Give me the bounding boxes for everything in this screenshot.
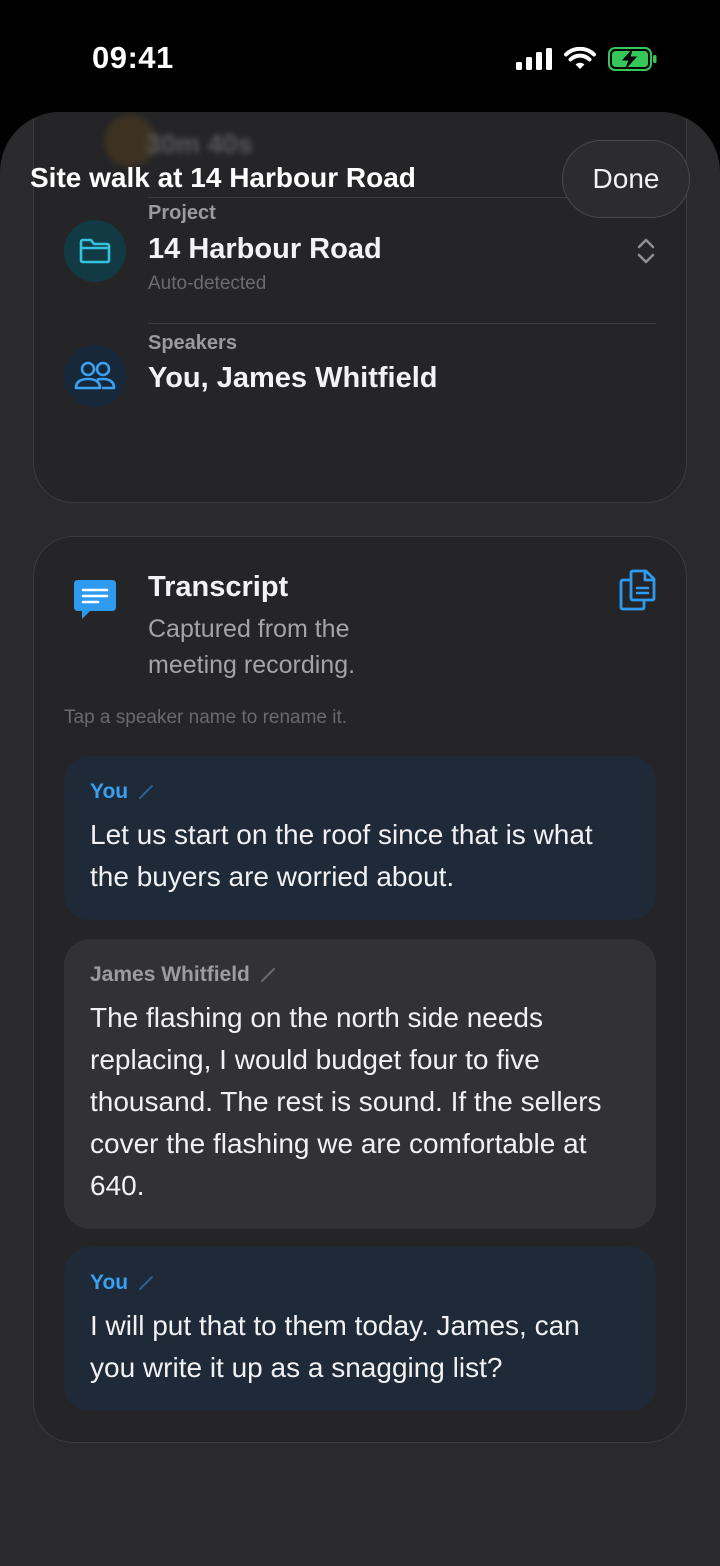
status-bar: 09:41 <box>0 0 720 110</box>
speaker-name: You <box>90 1271 129 1294</box>
wifi-icon <box>564 47 596 69</box>
chat-bubble-icon <box>74 580 116 619</box>
transcript-entry: You Let us start on the roof since that … <box>64 756 656 920</box>
chevron-up-down-icon[interactable] <box>636 237 656 265</box>
transcript-entry: James Whitfield The flashing on the nort… <box>64 939 656 1229</box>
speakers-label: Speakers <box>148 332 237 354</box>
people-icon <box>64 345 126 407</box>
transcript-entry: You I will put that to them today. James… <box>64 1247 656 1411</box>
transcript-text: Let us start on the roof since that is w… <box>90 819 593 892</box>
recording-title: Site walk at 14 Harbour Road <box>30 162 416 193</box>
speaker-name-button[interactable]: You <box>90 780 630 804</box>
status-time: 09:41 <box>92 40 174 75</box>
transcript-card: Transcript Captured from the meeting rec… <box>33 536 687 1443</box>
transcript-text: I will put that to them today. James, ca… <box>90 1310 580 1383</box>
transcript-subtitle: Captured from the meeting recording. <box>148 615 356 679</box>
project-detection-note: Auto-detected <box>148 273 267 294</box>
speakers-value: You, James Whitfield <box>148 362 438 394</box>
transcript-text: The flashing on the north side needs rep… <box>90 1002 602 1201</box>
copy-icon[interactable] <box>618 569 656 611</box>
recording-detail-sheet: 30m 40s Project 14 Harbour Road Auto-det… <box>0 112 720 1566</box>
project-label: Project <box>148 202 216 224</box>
pencil-icon <box>139 785 154 799</box>
duration-value: 30m 40s <box>146 129 253 159</box>
speaker-name-button[interactable]: James Whitfield <box>90 963 630 987</box>
project-value: 14 Harbour Road <box>148 233 382 265</box>
speaker-name: James Whitfield <box>90 963 250 986</box>
rename-hint: Tap a speaker name to rename it. <box>64 707 348 728</box>
speaker-name: You <box>90 780 129 803</box>
speaker-name-button[interactable]: You <box>90 1271 630 1295</box>
cellular-signal-icon <box>516 48 552 70</box>
divider <box>148 323 656 324</box>
folder-icon <box>64 220 126 282</box>
pencil-icon <box>139 1276 154 1290</box>
done-button[interactable]: Done <box>562 140 690 218</box>
transcript-title: Transcript <box>148 571 289 603</box>
battery-charging-icon <box>608 47 657 71</box>
status-icons <box>516 44 658 74</box>
pencil-icon <box>260 968 275 982</box>
